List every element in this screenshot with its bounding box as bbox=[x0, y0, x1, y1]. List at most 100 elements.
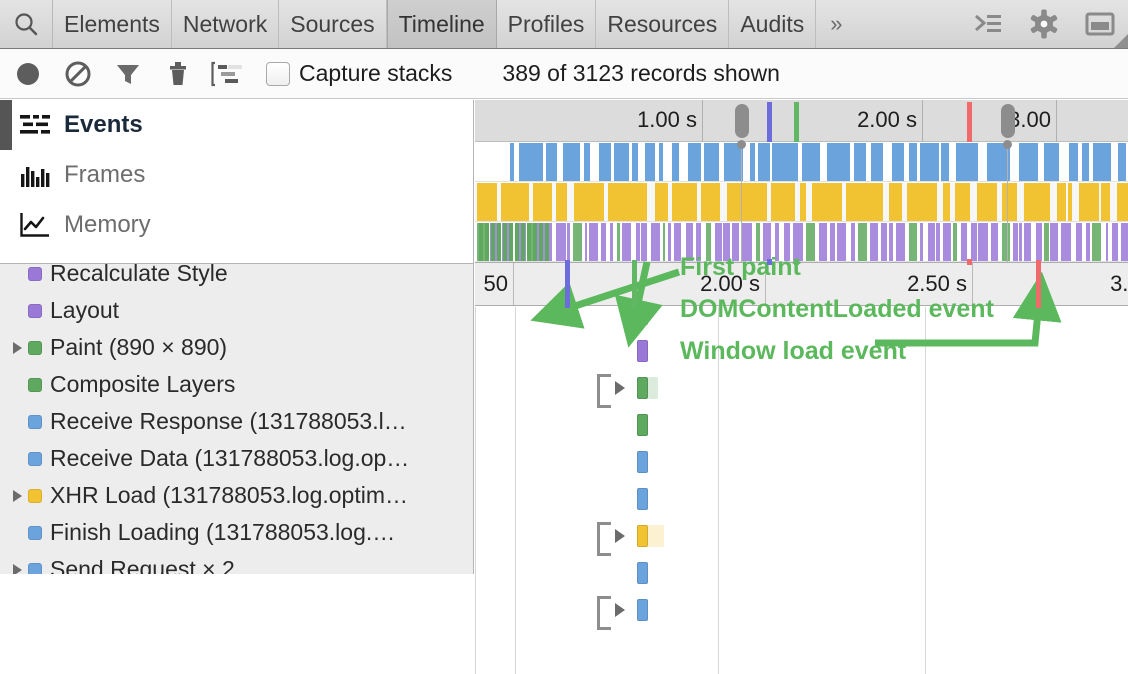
expand-triangle-icon[interactable] bbox=[615, 603, 625, 617]
overview-segment bbox=[1013, 223, 1018, 261]
expand-triangle-icon[interactable] bbox=[6, 342, 28, 354]
more-tabs-button[interactable]: » bbox=[816, 0, 856, 48]
event-bar[interactable] bbox=[637, 377, 648, 399]
garbage-collect-button[interactable] bbox=[156, 52, 200, 96]
sidebar-item-memory[interactable]: Memory bbox=[0, 200, 474, 250]
overview-segment bbox=[907, 183, 938, 221]
tab-sources[interactable]: Sources bbox=[279, 0, 386, 48]
expand-triangle-icon[interactable] bbox=[615, 381, 625, 395]
overview-segment bbox=[928, 223, 935, 261]
ban-icon bbox=[63, 59, 93, 89]
rendering-band bbox=[475, 223, 1128, 261]
tab-elements[interactable]: Elements bbox=[53, 0, 172, 48]
record-row[interactable]: XHR Load (131788053.log.optim… bbox=[0, 477, 473, 514]
overview-segment bbox=[812, 183, 841, 221]
record-row[interactable]: Send Request × 2 bbox=[0, 551, 473, 574]
record-color-swatch bbox=[28, 304, 42, 318]
sidebar-item-events[interactable]: Events bbox=[0, 100, 474, 150]
event-group-bracket bbox=[597, 596, 611, 630]
filter-button[interactable] bbox=[106, 52, 150, 96]
event-bar[interactable] bbox=[637, 599, 648, 621]
search-icon[interactable] bbox=[0, 0, 53, 48]
overview-segment bbox=[706, 223, 711, 261]
flame-chart-button[interactable] bbox=[206, 52, 250, 96]
overview-segment bbox=[701, 183, 720, 221]
overview-segment bbox=[943, 223, 951, 261]
event-bar[interactable] bbox=[637, 307, 648, 325]
event-bar[interactable] bbox=[637, 414, 648, 436]
tab-network[interactable]: Network bbox=[172, 0, 279, 48]
console-drawer-icon[interactable] bbox=[960, 0, 1016, 48]
record-row[interactable]: Composite Layers bbox=[0, 366, 473, 403]
overview-segment bbox=[846, 183, 883, 221]
overview-segment bbox=[589, 223, 598, 261]
sidebar-item-label: Memory bbox=[64, 211, 151, 239]
records-list: Recalculate Style Layout Paint (890 × 890)… bbox=[0, 255, 473, 574]
overview-segment bbox=[851, 223, 855, 261]
overview-segment bbox=[750, 143, 755, 181]
overview-drag-handle[interactable] bbox=[735, 104, 749, 138]
record-color-swatch bbox=[28, 526, 42, 540]
record-row[interactable]: Paint (890 × 890) bbox=[0, 329, 473, 366]
record-row[interactable]: Receive Data (131788053.log.op… bbox=[0, 440, 473, 477]
detail-ruler[interactable]: 50 s2.00 s2.50 s3.00 s bbox=[475, 262, 1128, 306]
record-row[interactable]: Finish Loading (131788053.log.… bbox=[0, 514, 473, 551]
row-xhr-load[interactable] bbox=[475, 517, 1128, 554]
record-label: XHR Load (131788053.log.optim… bbox=[50, 482, 408, 509]
overview-ruler[interactable]: 1.00 s2.00 s3.00 bbox=[475, 100, 1128, 142]
tab-profiles[interactable]: Profiles bbox=[497, 0, 597, 48]
expand-triangle-icon[interactable] bbox=[6, 490, 28, 502]
overview-segment bbox=[858, 223, 866, 261]
overview-segment bbox=[477, 183, 497, 221]
row-paint[interactable] bbox=[475, 369, 1128, 406]
overview-window-dot[interactable] bbox=[737, 140, 746, 149]
devtools-tabbar: Elements Network Sources Timeline Profil… bbox=[0, 0, 1128, 49]
record-row[interactable]: Layout bbox=[0, 292, 473, 329]
clear-button[interactable] bbox=[56, 52, 100, 96]
overview-segment bbox=[567, 223, 570, 261]
first-paint-marker bbox=[794, 102, 799, 142]
timeline-detail-area[interactable] bbox=[475, 307, 1128, 674]
overview-segment bbox=[758, 143, 770, 181]
expand-triangle-icon[interactable] bbox=[615, 529, 625, 543]
row-composite-layers[interactable] bbox=[475, 406, 1128, 443]
event-bar[interactable] bbox=[637, 562, 648, 584]
records-shown-status: 389 of 3123 records shown bbox=[502, 60, 779, 87]
window-resize-grip[interactable] bbox=[1114, 34, 1128, 48]
gear-icon[interactable] bbox=[1016, 0, 1072, 48]
record-circle-icon bbox=[17, 63, 39, 85]
row-recalculate-style[interactable] bbox=[475, 307, 1128, 332]
tab-label: Sources bbox=[290, 11, 374, 38]
memory-line-icon bbox=[12, 212, 58, 238]
row-layout[interactable] bbox=[475, 332, 1128, 369]
capture-stacks-checkbox[interactable] bbox=[266, 62, 290, 86]
record-label: Receive Response (131788053.l… bbox=[50, 408, 407, 435]
overview-segment bbox=[1024, 223, 1031, 261]
sidebar-item-frames[interactable]: Frames bbox=[0, 150, 474, 200]
record-button[interactable] bbox=[6, 52, 50, 96]
row-receive-response[interactable] bbox=[475, 443, 1128, 480]
record-label: Paint (890 × 890) bbox=[50, 334, 227, 361]
event-bar[interactable] bbox=[637, 451, 648, 473]
tab-timeline[interactable]: Timeline bbox=[387, 0, 497, 48]
record-row[interactable]: Recalculate Style bbox=[0, 255, 473, 292]
overview-segment bbox=[503, 223, 507, 261]
expand-triangle-icon[interactable] bbox=[6, 564, 28, 575]
event-bar[interactable] bbox=[637, 488, 648, 510]
tab-audits[interactable]: Audits bbox=[729, 0, 816, 48]
row-send-request[interactable] bbox=[475, 591, 1128, 628]
record-row[interactable]: Receive Response (131788053.l… bbox=[0, 403, 473, 440]
overview-segment bbox=[556, 223, 565, 261]
row-receive-data[interactable] bbox=[475, 480, 1128, 517]
row-finish-loading[interactable] bbox=[475, 554, 1128, 591]
event-bar[interactable] bbox=[637, 340, 648, 362]
timeline-overview[interactable]: 1.00 s2.00 s3.00 bbox=[475, 100, 1128, 262]
event-bar[interactable] bbox=[637, 525, 648, 547]
overview-segment bbox=[491, 223, 495, 261]
overview-segment bbox=[573, 223, 583, 261]
record-label: Recalculate Style bbox=[50, 260, 228, 287]
overview-drag-handle[interactable] bbox=[1001, 104, 1015, 138]
overview-window-dot[interactable] bbox=[1003, 140, 1012, 149]
overview-segment bbox=[479, 223, 483, 261]
tab-resources[interactable]: Resources bbox=[596, 0, 729, 48]
